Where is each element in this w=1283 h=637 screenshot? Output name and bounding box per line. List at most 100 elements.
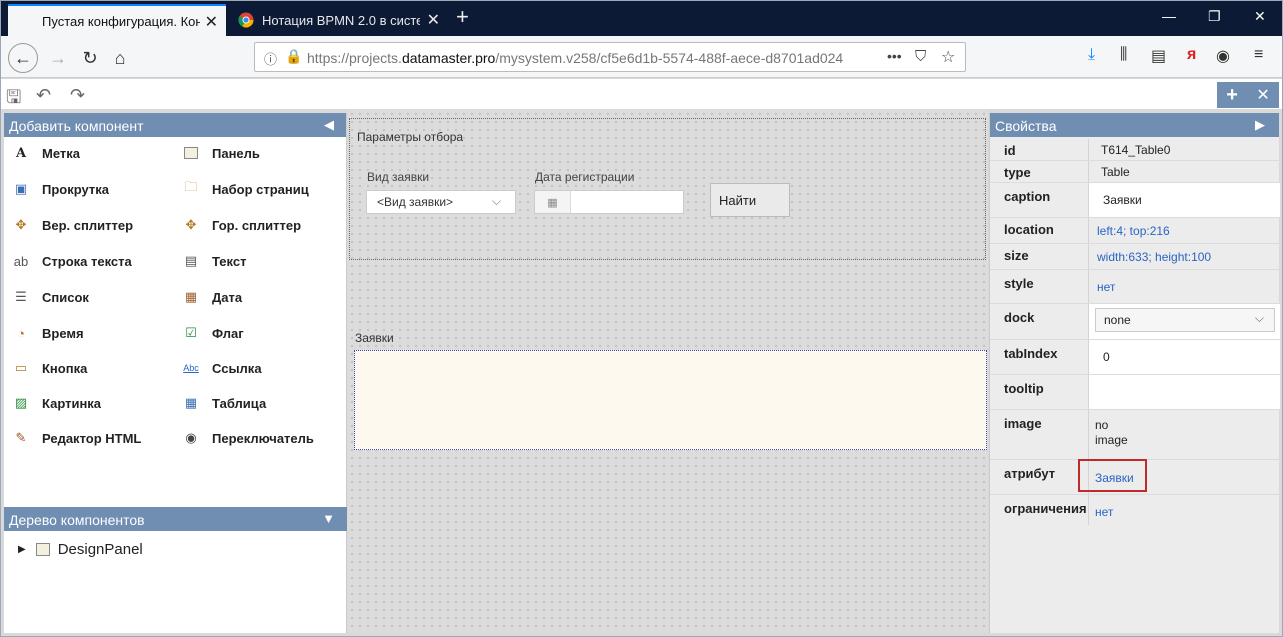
tab-bpmn[interactable]: Нотация BPMN 2.0 в системе DataMaster ✕	[228, 4, 448, 36]
prop-name: style	[1004, 276, 1034, 291]
prop-tooltip-input[interactable]	[1088, 375, 1280, 409]
image-value-line: no	[1095, 418, 1109, 432]
prop-name: tabIndex	[1004, 346, 1058, 361]
image-value-line: image	[1095, 433, 1128, 447]
download-icon[interactable]: ⤓	[1088, 46, 1095, 64]
component-button[interactable]: ▭ Кнопка	[12, 360, 87, 376]
prop-row-restrictions: ограничения нет	[990, 495, 1280, 525]
component-image[interactable]: ▨ Картинка	[12, 395, 101, 411]
redo-icon[interactable]: ↷	[70, 85, 85, 106]
page-set-icon: 🗀	[184, 179, 198, 194]
button-icon: ▭	[14, 360, 28, 375]
find-button[interactable]: Найти	[710, 183, 790, 217]
design-canvas[interactable]: Параметры отбора Вид заявки <Вид заявки>…	[348, 110, 988, 633]
image-icon: ▨	[14, 395, 28, 410]
component-hsplitter[interactable]: ✥ Гор. сплиттер	[182, 217, 302, 233]
reload-icon[interactable]: ↻	[77, 45, 103, 71]
expand-triangle-icon[interactable]: ▶	[18, 544, 26, 555]
library-icon[interactable]: ⫼	[1120, 46, 1127, 64]
prop-row-style: style нет	[990, 270, 1280, 304]
maximize-icon[interactable]: ❐	[1208, 8, 1221, 25]
list-icon: ☰	[15, 289, 27, 304]
save-icon[interactable]: 🖫	[6, 85, 21, 115]
prop-row-location: location left:4; top:216	[990, 218, 1280, 244]
tab-title: Пустая конфигурация. Конфигуратор	[42, 13, 200, 29]
prop-row-tabindex: tabIndex 0	[990, 340, 1280, 375]
component-vsplitter[interactable]: ✥ Вер. сплиттер	[12, 217, 133, 233]
close-tab-icon[interactable]: ✕	[427, 10, 440, 30]
back-arrow-icon[interactable]: ←	[8, 43, 38, 73]
component-tree-header[interactable]: Дерево компонентов ▼	[4, 507, 347, 531]
checkbox-icon: ☑	[185, 325, 197, 340]
component-label[interactable]: A Метка	[12, 145, 80, 161]
reg-date-input[interactable]: ▦	[534, 190, 684, 214]
prop-image-value[interactable]: no image	[1088, 410, 1280, 459]
prop-row-image: image no image	[990, 410, 1280, 460]
add-component-header[interactable]: Добавить компонент ◀	[4, 113, 346, 137]
tree-item-designpanel[interactable]: ▶ DesignPanel	[18, 541, 143, 558]
component-date[interactable]: ▦ Дата	[182, 289, 242, 305]
dock-select[interactable]: none ⌵	[1095, 308, 1275, 332]
label-icon: A	[15, 145, 27, 161]
requests-table[interactable]	[354, 350, 987, 450]
component-html-editor[interactable]: ✎ Редактор HTML	[12, 430, 142, 446]
tab-configurator[interactable]: Пустая конфигурация. Конфигуратор ✕	[8, 4, 226, 36]
collapse-left-icon[interactable]: ◀	[324, 117, 334, 133]
component-radio[interactable]: ◉ Переключатель	[182, 430, 314, 446]
prop-caption-input[interactable]: Заявки	[1088, 183, 1280, 217]
calendar-icon[interactable]: ▦	[535, 191, 571, 213]
pocket-icon[interactable]: ⛉	[915, 48, 926, 65]
forward-arrow-icon[interactable]: →	[45, 45, 71, 71]
new-tab-icon[interactable]: +	[456, 6, 469, 28]
collapse-right-icon[interactable]: ▶	[1255, 117, 1265, 133]
component-time[interactable]: ◔ Время	[12, 325, 84, 341]
info-icon[interactable]: ⓘ	[264, 49, 277, 68]
prop-name: атрибут	[1004, 466, 1056, 481]
add-icon[interactable]: +	[1226, 84, 1238, 107]
request-type-select[interactable]: <Вид заявки> ⌵	[366, 190, 516, 214]
prop-style-link[interactable]: нет	[1088, 270, 1280, 303]
prop-restrictions-link[interactable]: нет	[1088, 495, 1280, 525]
prop-size-link[interactable]: width:633; height:100	[1088, 244, 1280, 269]
prop-row-tooltip: tooltip	[990, 375, 1280, 410]
more-actions-icon[interactable]: •••	[887, 48, 902, 64]
component-link[interactable]: Abc Ссылка	[182, 360, 261, 376]
prop-name: size	[1004, 248, 1029, 263]
prop-tabindex-input[interactable]: 0	[1088, 340, 1280, 374]
properties-header[interactable]: Свойства ▶	[990, 113, 1279, 137]
close-tab-icon[interactable]: ✕	[205, 12, 218, 32]
lock-icon: 🔒	[285, 48, 303, 64]
collapse-down-icon[interactable]: ▼	[322, 511, 335, 526]
window-close-icon[interactable]: ✕	[1254, 8, 1266, 25]
bookmark-star-icon[interactable]: ☆	[941, 47, 955, 67]
component-text[interactable]: ▤ Текст	[182, 253, 247, 269]
link-icon: Abc	[183, 363, 199, 373]
sidebar-icon[interactable]: ▤	[1151, 46, 1166, 66]
prop-name: ограничения	[1004, 501, 1087, 516]
component-table[interactable]: ▦ Таблица	[182, 395, 266, 411]
address-bar[interactable]: ⓘ 🔒 https://projects.datamaster.pro/mysy…	[254, 42, 966, 72]
prop-row-id: id T614_Table0	[990, 139, 1280, 161]
prop-location-link[interactable]: left:4; top:216	[1088, 218, 1280, 243]
component-page-set[interactable]: 🗀 Набор страниц	[182, 179, 308, 197]
close-icon[interactable]: ✕	[1256, 85, 1269, 105]
component-panel[interactable]: Панель	[182, 145, 260, 161]
component-textline[interactable]: ab Строка текста	[12, 253, 132, 269]
component-flag[interactable]: ☑ Флаг	[182, 325, 244, 341]
component-scroll[interactable]: ▣ Прокрутка	[12, 181, 109, 197]
hsplitter-icon: ✥	[185, 217, 197, 232]
reg-date-label: Дата регистрации	[535, 170, 635, 184]
component-list[interactable]: ☰ Список	[12, 289, 89, 305]
tab-controls: + ✕	[1217, 82, 1279, 108]
menu-icon[interactable]: ≡	[1254, 46, 1263, 64]
account-icon[interactable]: ◉	[1216, 46, 1230, 66]
prop-id-value: T614_Table0	[1088, 139, 1280, 160]
home-icon[interactable]: ⌂	[107, 45, 133, 71]
text-icon: ▤	[184, 253, 198, 268]
prop-row-type: type Table	[990, 161, 1280, 183]
yandex-icon[interactable]: я	[1187, 46, 1196, 64]
minimize-icon[interactable]: —	[1162, 8, 1176, 24]
tab-title: Нотация BPMN 2.0 в системе DataMaster	[262, 12, 420, 28]
textline-icon: ab	[13, 253, 29, 269]
undo-icon[interactable]: ↶	[36, 85, 51, 106]
